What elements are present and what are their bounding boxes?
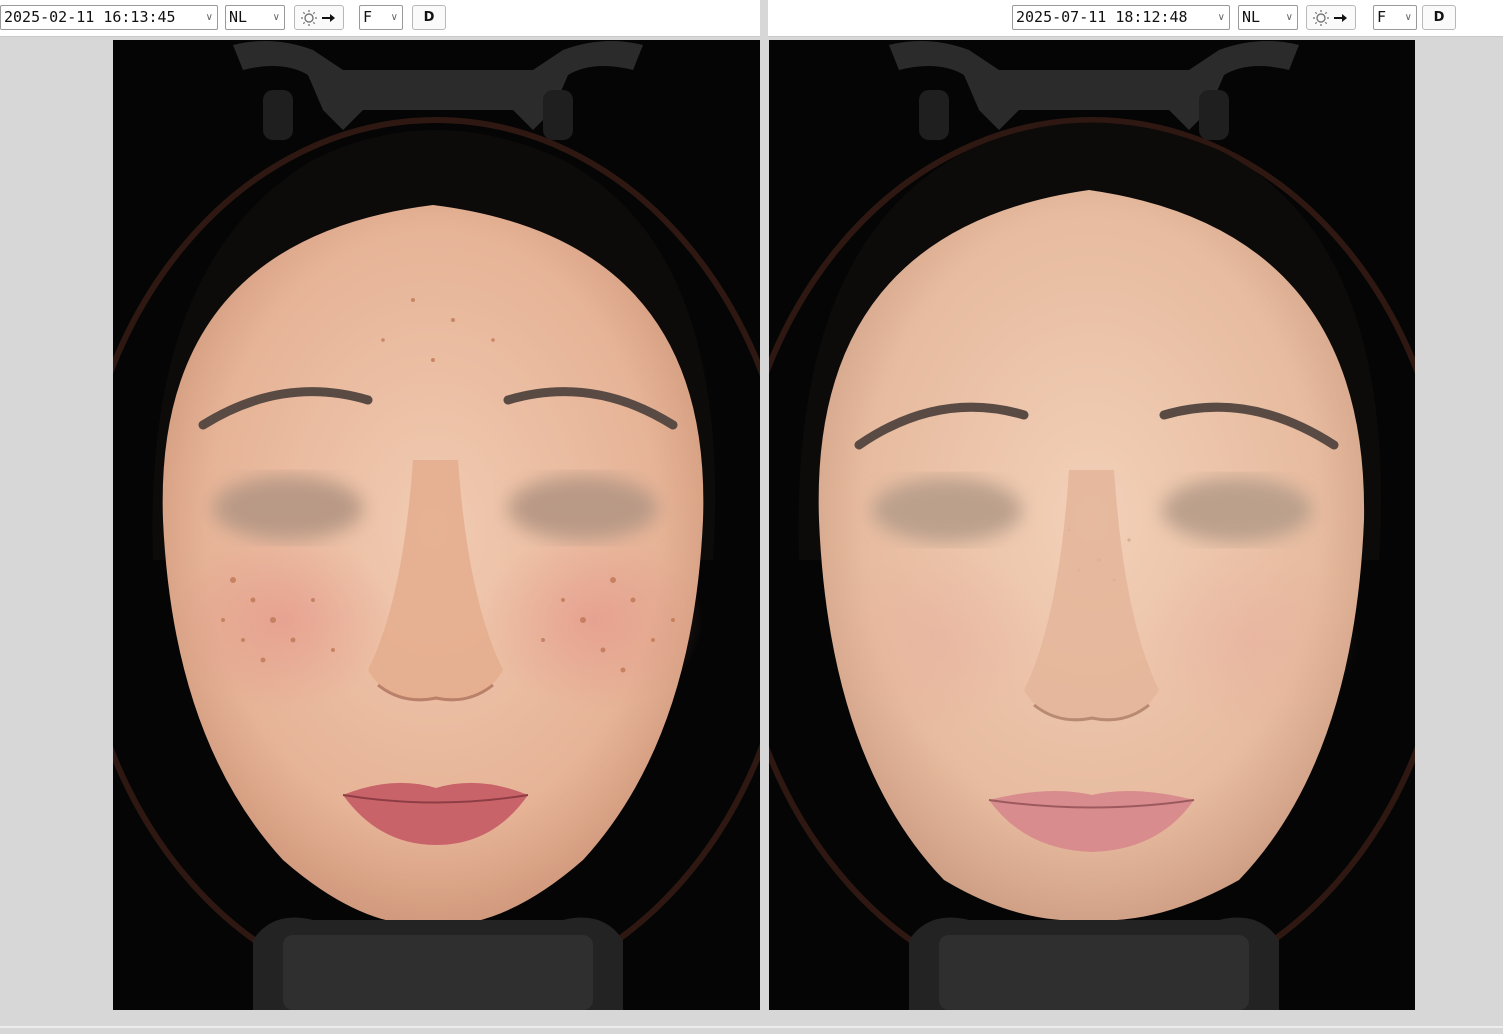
right-d-label: D [1433, 10, 1445, 25]
sun-arrow-icon [301, 9, 335, 26]
right-toolbar: 2025-07-11 18:12:48 ∨ NL ∨ F ∨ D [768, 0, 1503, 37]
left-face-image[interactable] [113, 40, 760, 1010]
left-mode-select[interactable]: NL ∨ [225, 5, 285, 30]
right-d-button[interactable]: D [1422, 5, 1456, 30]
left-mode-value: NL [229, 8, 248, 26]
face-photo-right [769, 40, 1415, 1010]
left-view-select[interactable]: F ∨ [359, 5, 403, 30]
left-d-button[interactable]: D [412, 5, 446, 30]
bottom-divider [0, 1026, 1503, 1028]
left-view-value: F [363, 8, 373, 26]
left-datetime-select[interactable]: 2025-02-11 16:13:45 ∨ [0, 5, 218, 30]
face-photo-left [113, 40, 760, 1010]
bottom-margin [0, 1010, 1503, 1034]
left-d-label: D [423, 10, 435, 25]
left-light-toggle-button[interactable] [294, 5, 344, 30]
chevron-down-icon: ∨ [1404, 12, 1412, 23]
chevron-down-icon: ∨ [1285, 12, 1293, 23]
left-datetime-value: 2025-02-11 16:13:45 [4, 8, 176, 26]
right-light-toggle-button[interactable] [1306, 5, 1356, 30]
right-mode-value: NL [1242, 8, 1261, 26]
left-toolbar: 2025-02-11 16:13:45 ∨ NL ∨ F ∨ D [0, 0, 760, 37]
right-margin [1415, 40, 1503, 1010]
right-mode-select[interactable]: NL ∨ [1238, 5, 1298, 30]
right-view-value: F [1377, 8, 1387, 26]
chevron-down-icon: ∨ [272, 12, 280, 23]
chevron-down-icon: ∨ [205, 12, 213, 23]
right-view-select[interactable]: F ∨ [1373, 5, 1417, 30]
right-datetime-value: 2025-07-11 18:12:48 [1016, 8, 1188, 26]
right-datetime-select[interactable]: 2025-07-11 18:12:48 ∨ [1012, 5, 1230, 30]
chevron-down-icon: ∨ [390, 12, 398, 23]
chevron-down-icon: ∨ [1217, 12, 1225, 23]
panel-divider[interactable] [760, 0, 768, 1034]
sun-arrow-icon [1313, 9, 1347, 26]
right-face-image[interactable] [769, 40, 1415, 1010]
